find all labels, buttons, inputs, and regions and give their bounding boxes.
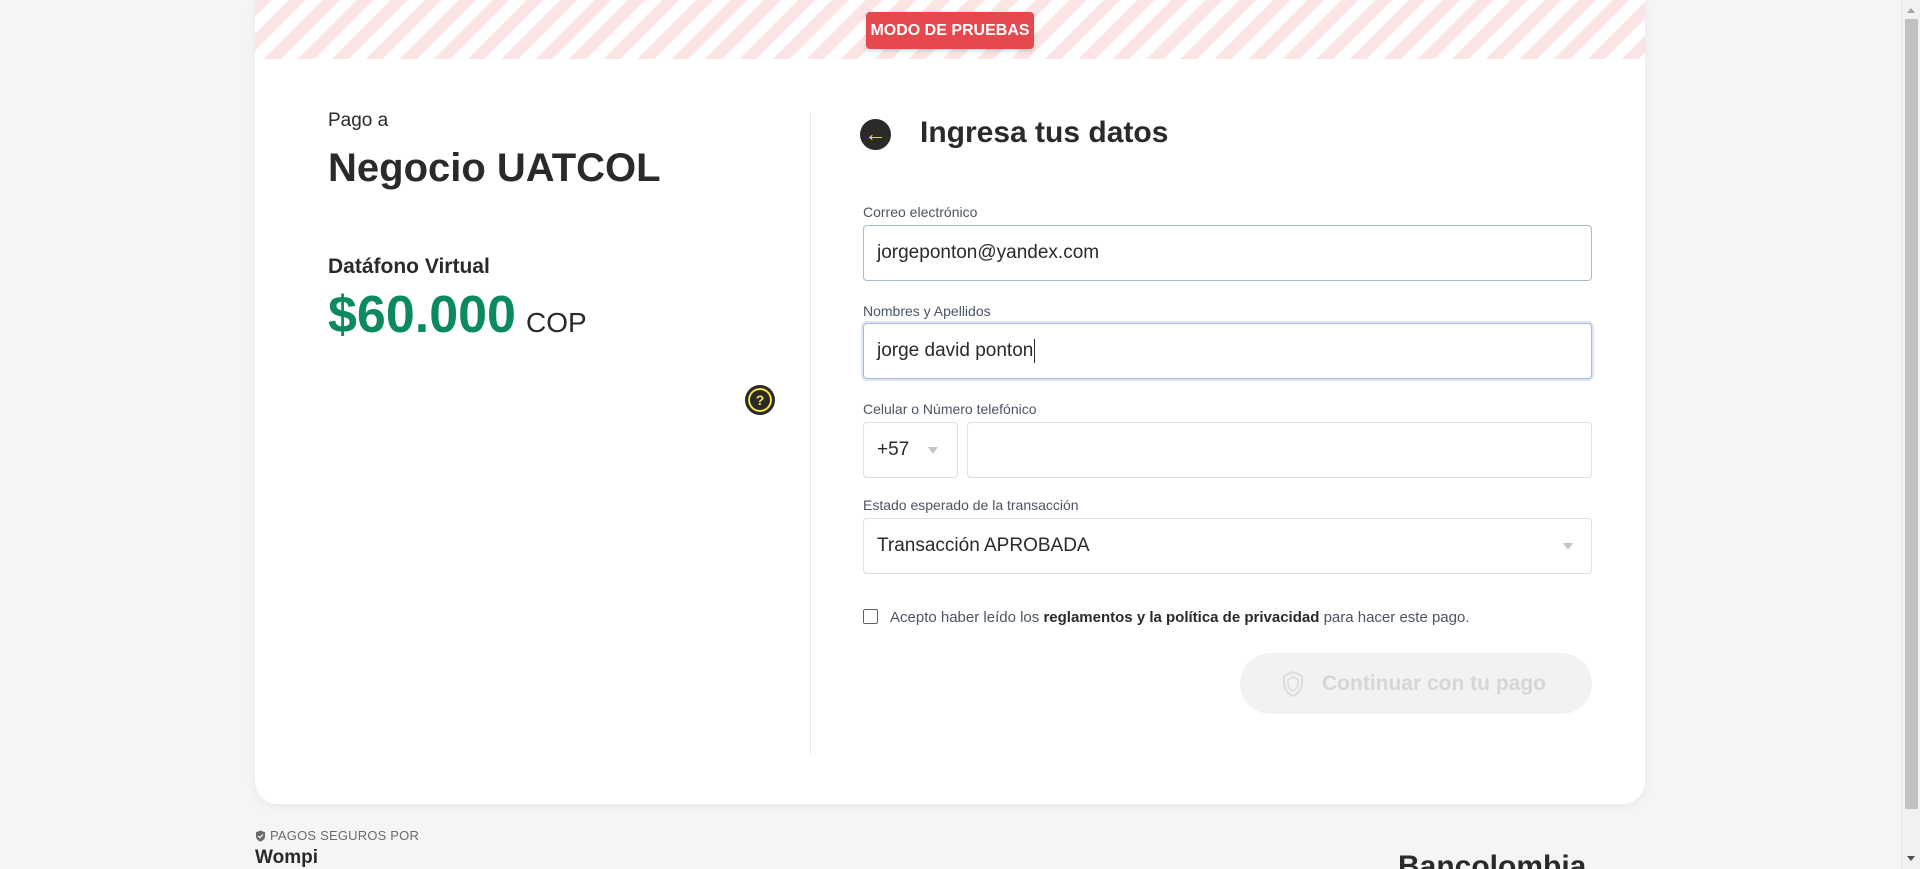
terms-suffix: para hacer este pago.: [1323, 609, 1470, 626]
shield-icon: [1283, 670, 1303, 698]
terms-prefix: Acepto haber leído los: [890, 609, 1040, 626]
pay-to-label: Pago a: [328, 110, 389, 131]
chevron-down-icon: [1563, 543, 1573, 550]
email-field[interactable]: jorgeponton@yandex.com: [863, 225, 1592, 281]
test-mode-badge: MODO DE PRUEBAS: [866, 12, 1034, 49]
test-mode-banner: MODO DE PRUEBAS: [255, 0, 1645, 59]
column-divider: [810, 112, 811, 754]
amount-row: $60.000 COP: [328, 285, 587, 345]
text-caret: [1034, 338, 1036, 363]
phone-label: Celular o Número telefónico: [863, 401, 1037, 417]
name-value: jorge david ponton: [877, 340, 1034, 361]
product-name: Datáfono Virtual: [328, 255, 490, 278]
page-scrollbar[interactable]: [1901, 0, 1920, 869]
country-code-select[interactable]: +57: [863, 422, 958, 478]
currency-code: COP: [525, 307, 587, 338]
terms-row: Acepto haber leído los reglamentos y la …: [863, 609, 1470, 626]
secure-payments-label: PAGOS SEGUROS POR: [255, 828, 419, 843]
amount-value: $60.000: [328, 286, 516, 344]
form-title: Ingresa tus datos: [920, 116, 1169, 149]
scrollbar-thumb[interactable]: [1905, 19, 1918, 809]
status-value: Transacción APROBADA: [877, 535, 1090, 556]
name-label: Nombres y Apellidos: [863, 303, 991, 319]
scroll-down-arrow-icon[interactable]: [1907, 856, 1915, 861]
secure-label-text: PAGOS SEGUROS POR: [270, 828, 420, 843]
shield-icon: [256, 830, 265, 842]
back-arrow-icon: ←: [864, 121, 887, 146]
wompi-logo: Wompi: [255, 847, 318, 868]
continue-button[interactable]: Continuar con tu pago: [1240, 653, 1592, 714]
email-value: jorgeponton@yandex.com: [877, 242, 1100, 263]
phone-input[interactable]: [967, 422, 1592, 478]
terms-link[interactable]: reglamentos y la política de privacidad: [1043, 609, 1319, 626]
help-icon[interactable]: ?: [745, 385, 775, 415]
bancolombia-logo: Bancolombia: [1398, 850, 1587, 869]
transaction-status-select[interactable]: Transacción APROBADA: [863, 518, 1592, 574]
chevron-down-icon: [928, 447, 938, 454]
merchant-name: Negocio UATCOL: [328, 146, 661, 190]
checkout-card: MODO DE PRUEBAS Pago a Negocio UATCOL Da…: [255, 0, 1645, 804]
scroll-up-arrow-icon[interactable]: [1907, 8, 1915, 13]
terms-checkbox[interactable]: [863, 609, 878, 624]
status-label: Estado esperado de la transacción: [863, 497, 1079, 513]
email-label: Correo electrónico: [863, 204, 978, 220]
name-field[interactable]: jorge david ponton: [863, 323, 1592, 379]
back-button[interactable]: ←: [860, 119, 891, 150]
continue-label: Continuar con tu pago: [1322, 672, 1546, 695]
country-code-value: +57: [877, 439, 910, 460]
